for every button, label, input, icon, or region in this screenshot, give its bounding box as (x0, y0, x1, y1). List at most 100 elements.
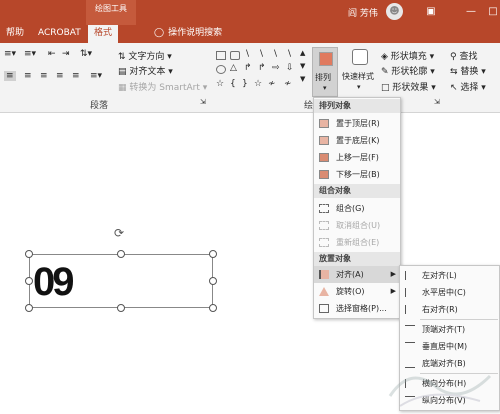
bend-connector-icon[interactable]: ↱ (258, 63, 266, 73)
menu-item-label: 组合(G) (336, 204, 365, 213)
convert-smartart-button[interactable]: ▦ 转换为 SmartArt ▾ (118, 80, 207, 93)
user-name[interactable]: 阎 芳伟 (348, 6, 378, 19)
menu-item-ungroup[interactable]: 取消组合(U) (314, 217, 400, 234)
arrow-down-icon[interactable]: ⇩ (286, 63, 294, 73)
bend-connector-icon[interactable]: ↱ (244, 63, 252, 73)
quick-styles-button[interactable]: 快速样式 ▾ (342, 47, 378, 97)
star-icon[interactable]: ☆ (254, 79, 262, 89)
line-icon[interactable]: \ (260, 49, 263, 59)
align-right-icon[interactable]: ≡ (40, 71, 48, 81)
replace-icon: ⇆ (450, 67, 458, 77)
resize-handle[interactable] (209, 277, 217, 285)
menu-section-header: 排列对象 (314, 99, 400, 113)
arrange-button[interactable]: 排列 ▾ (312, 47, 338, 97)
oval-icon[interactable] (216, 65, 226, 74)
menu-item-selection-pane[interactable]: 选择窗格(P)... (314, 300, 400, 317)
menu-item-bring-to-front[interactable]: 置于顶层(R) (314, 115, 400, 132)
rotate-handle-icon[interactable]: ⟳ (114, 226, 124, 240)
menu-item-label: 重新组合(E) (336, 238, 380, 247)
tab-acrobat[interactable]: ACROBAT (32, 25, 87, 43)
drawing-group-label: 绘 (304, 101, 314, 111)
menu-item-send-backward[interactable]: 下移一层(B) (314, 166, 400, 183)
resize-handle[interactable] (25, 304, 33, 312)
brace-icon[interactable]: } (242, 79, 248, 89)
star-icon[interactable]: ☆ (216, 79, 224, 89)
resize-handle[interactable] (117, 250, 125, 258)
rectangle-icon[interactable] (230, 51, 240, 60)
bring-forward-icon (319, 153, 329, 162)
drawing-dialog-launcher-icon[interactable]: ⇲ (434, 98, 440, 106)
menu-section-header: 放置对象 (314, 252, 400, 266)
align-center-icon[interactable]: ≡ (24, 71, 32, 81)
resize-handle[interactable] (25, 250, 33, 258)
gallery-scroll-down-icon[interactable]: ▼ (300, 62, 305, 70)
align-text-button[interactable]: ▤ 对齐文本 ▾ (118, 64, 173, 77)
rectangle-icon[interactable] (216, 51, 226, 60)
shape-effects-button[interactable]: □ 形状效果 ▾ (381, 80, 436, 93)
tab-help[interactable]: 帮助 (0, 25, 30, 43)
slide-text[interactable]: 09 (33, 260, 74, 305)
restore-button[interactable]: □ (482, 3, 500, 21)
ribbon-display-icon[interactable]: ▣ (420, 3, 442, 21)
gallery-scroll-up-icon[interactable]: ▲ (300, 49, 305, 57)
shape-fill-button[interactable]: ◈ 形状填充 ▾ (381, 49, 434, 62)
submenu-item-align-center[interactable]: 水平居中(C) (400, 284, 499, 301)
curve-icon[interactable]: ≁ (268, 79, 276, 89)
increase-indent-icon[interactable]: ⇥ (62, 49, 70, 59)
justify-icon[interactable]: ≡ (56, 71, 64, 81)
shape-outline-button[interactable]: ✎ 形状轮廓 ▾ (381, 64, 435, 77)
columns-icon[interactable]: ≡▾ (90, 71, 102, 81)
tab-format[interactable]: 格式 (88, 25, 119, 43)
distributed-icon[interactable]: ≡ (72, 71, 80, 81)
menu-item-group[interactable]: 组合(G) (314, 200, 400, 217)
align-icon (319, 270, 329, 279)
paint-bucket-icon: ◈ (381, 52, 388, 62)
tell-me-search[interactable]: ◯ 操作说明搜索 (148, 25, 228, 43)
numbering-icon[interactable]: ≡▾ (24, 49, 36, 59)
menu-item-rotate[interactable]: 旋转(O) ▶ (314, 283, 400, 300)
select-button[interactable]: ↖ 选择 ▾ (450, 80, 486, 93)
line-spacing-icon[interactable]: ⇅▾ (80, 49, 92, 59)
line-icon[interactable]: \ (274, 49, 277, 59)
text-direction-button[interactable]: ⇅ 文字方向 ▾ (118, 49, 172, 62)
menu-item-regroup[interactable]: 重新组合(E) (314, 234, 400, 251)
submenu-item-align-left[interactable]: 左对齐(L) (400, 267, 499, 284)
align-text-label: 对齐文本 (129, 67, 166, 77)
resize-handle[interactable] (209, 250, 217, 258)
avatar[interactable]: ☻ (386, 3, 403, 20)
align-left-icon (405, 271, 415, 280)
shape-outline-label: 形状轮廓 (391, 67, 428, 77)
replace-label: 替换 (460, 67, 479, 77)
curve-icon[interactable]: ≁ (284, 79, 292, 89)
resize-handle[interactable] (209, 304, 217, 312)
menu-item-align[interactable]: 对齐(A) ▶ (314, 266, 400, 283)
submenu-item-align-top[interactable]: 顶端对齐(T) (400, 321, 499, 338)
resize-handle[interactable] (25, 277, 33, 285)
minimize-button[interactable]: — (460, 3, 482, 21)
bullets-icon[interactable]: ≡▾ (4, 49, 16, 59)
paragraph-dialog-launcher-icon[interactable]: ⇲ (200, 98, 206, 106)
align-left-icon[interactable]: ≡ (4, 71, 16, 81)
gallery-more-icon[interactable]: ▼ (300, 75, 305, 83)
triangle-icon[interactable]: △ (230, 63, 237, 73)
line-icon[interactable]: \ (288, 49, 291, 59)
resize-handle[interactable] (117, 304, 125, 312)
line-icon[interactable]: \ (246, 49, 249, 59)
send-backward-icon (319, 170, 329, 179)
find-button[interactable]: ⚲ 查找 (450, 49, 477, 62)
watermark-logo (388, 374, 492, 407)
shapes-gallery[interactable]: \ \ \ \ △ ↱ ↱ ⇨ ⇩ ☆ { } ☆ ≁ ≁ (214, 49, 310, 93)
submenu-item-label: 顶端对齐(T) (422, 325, 466, 334)
decrease-indent-icon[interactable]: ⇤ (48, 49, 56, 59)
submenu-item-align-right[interactable]: 右对齐(R) (400, 301, 499, 318)
align-text-icon: ▤ (118, 67, 127, 77)
brace-icon[interactable]: { (230, 79, 236, 89)
arrow-right-icon[interactable]: ⇨ (272, 63, 280, 73)
replace-button[interactable]: ⇆ 替换 ▾ (450, 64, 486, 77)
submenu-item-align-middle[interactable]: 垂直居中(M) (400, 338, 499, 355)
title-bar: 绘图工具 阎 芳伟 ☻ ▣ — □ (0, 0, 500, 25)
shape-effects-label: 形状效果 (392, 83, 429, 93)
quick-styles-icon (352, 49, 368, 65)
menu-item-bring-forward[interactable]: 上移一层(F) (314, 149, 400, 166)
menu-item-send-to-back[interactable]: 置于底层(K) (314, 132, 400, 149)
